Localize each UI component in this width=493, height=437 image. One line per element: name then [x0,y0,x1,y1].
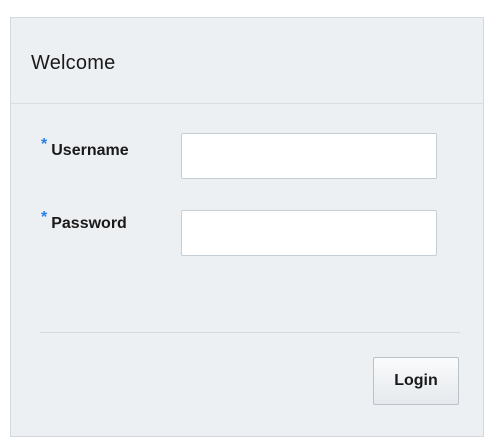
password-label-text: Password [51,215,127,232]
username-label: * Username [41,136,129,160]
username-field[interactable] [181,133,437,179]
panel-title: Welcome [31,52,116,74]
panel-header: Welcome [11,18,483,104]
username-label-text: Username [51,142,129,159]
login-panel: Welcome * Username * Password Login [10,17,484,437]
required-marker: * [41,209,48,226]
form-divider [40,332,460,333]
password-label: * Password [41,209,127,233]
required-marker: * [41,136,48,153]
password-field[interactable] [181,210,437,256]
login-button[interactable]: Login [373,357,459,405]
